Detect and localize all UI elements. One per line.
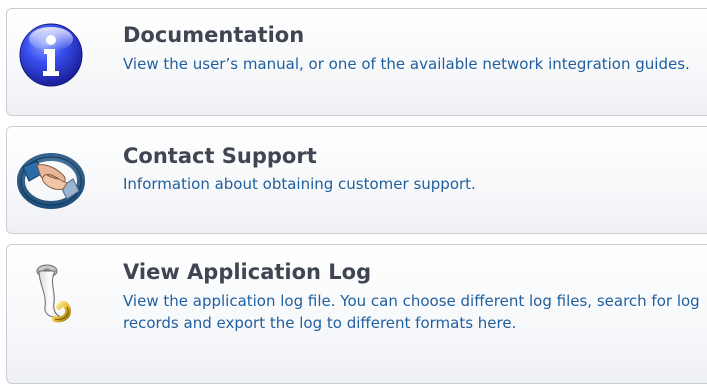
view-application-log-panel[interactable]: View Application Log View the applicatio… xyxy=(6,244,707,384)
view-application-log-description: View the application log file. You can c… xyxy=(123,292,700,332)
handshake-icon xyxy=(17,145,85,213)
scroll-icon xyxy=(17,259,85,327)
contact-support-title: Contact Support xyxy=(123,144,317,168)
documentation-title: Documentation xyxy=(123,23,305,47)
documentation-panel[interactable]: Documentation View the user’s manual, or… xyxy=(6,8,707,116)
contact-support-panel[interactable]: Contact Support Information about obtain… xyxy=(6,126,707,234)
documentation-description: View the user’s manual, or one of the av… xyxy=(123,55,690,73)
info-icon xyxy=(17,21,85,89)
view-application-log-title: View Application Log xyxy=(123,260,372,284)
contact-support-description: Information about obtaining customer sup… xyxy=(123,175,476,193)
